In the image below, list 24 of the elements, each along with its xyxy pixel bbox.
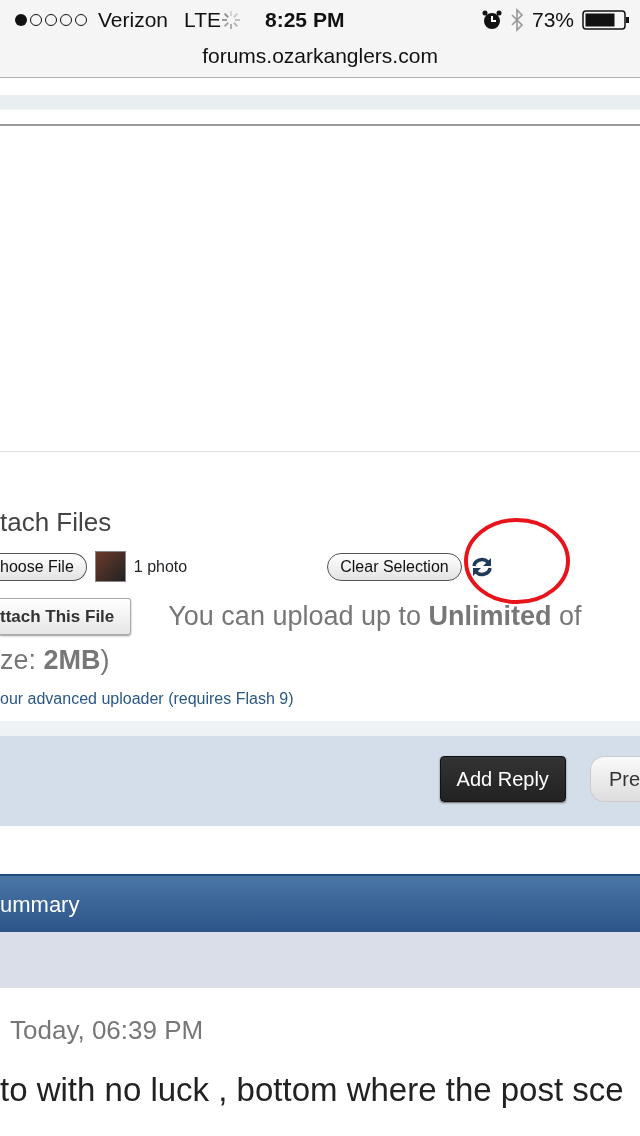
section-title: tach Files — [0, 507, 113, 537]
uploader-link[interactable]: our advanced uploader (requires Flash 9) — [0, 689, 294, 707]
battery-icon — [582, 10, 630, 30]
choose-file-button[interactable]: hoose File — [0, 552, 87, 581]
post-text: to with no luck , bottom where the post sce — [0, 1070, 625, 1110]
network-type: LTE — [184, 7, 221, 34]
alarm-clock-icon — [481, 10, 502, 30]
signal-icon — [14, 13, 90, 27]
refresh-icon[interactable] — [469, 556, 494, 577]
spinner-icon — [221, 10, 241, 30]
add-reply-button[interactable]: Add Reply — [439, 755, 566, 802]
upload-limit-text: You can upload up to Unlimited of — [168, 600, 582, 633]
post-date: Today, 06:39 PM — [9, 1014, 205, 1047]
file-label: 1 photo — [133, 556, 188, 577]
photo-placeholder — [94, 551, 126, 582]
preview-button[interactable]: Pre — [589, 755, 640, 802]
carrier-name: Verizon — [98, 7, 169, 34]
clock-time: 8:25 PM — [265, 7, 345, 34]
bluetooth-icon — [509, 8, 524, 32]
upload-size-text: ze: 2MB) — [0, 643, 111, 677]
attach-file-button[interactable]: ttach This File — [0, 597, 132, 635]
section-header-title: ummary — [0, 890, 80, 919]
battery-percent: 73% — [531, 7, 574, 34]
clear-selection-button[interactable]: Clear Selection — [327, 552, 462, 581]
